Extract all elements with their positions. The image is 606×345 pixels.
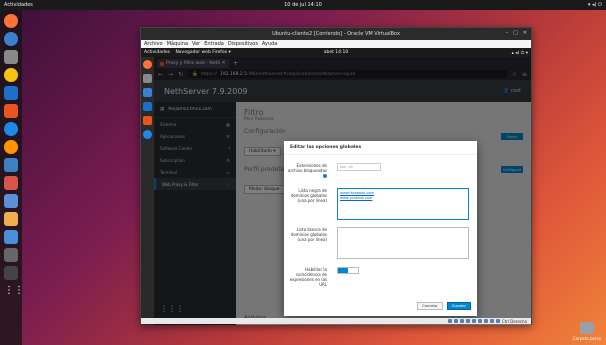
- activities-button[interactable]: Actividades: [4, 2, 33, 8]
- extensions-label: Extensiones de archivo bloqueadas: [284, 163, 332, 178]
- guest-top-bar: Actividades Navegador web Firefox ▾ abet…: [141, 48, 531, 57]
- thunderbird-icon[interactable]: [4, 32, 18, 46]
- app-icon[interactable]: [4, 176, 18, 190]
- global-options-modal: Editar las opciones globales Extensiones…: [284, 141, 477, 316]
- guest-app-menu[interactable]: Navegador web Firefox ▾: [175, 50, 230, 55]
- guest-activities-label: Actividades: [144, 50, 170, 55]
- host-key-label: Ctrl Derecha: [501, 318, 527, 324]
- display-icon[interactable]: [483, 319, 488, 323]
- help-icon[interactable]: [4, 122, 18, 136]
- host-top-bar: Actividades 10 de jul 14:10 ▾ ◂) ⏻: [0, 0, 606, 10]
- menu-maquina[interactable]: Máquina: [167, 41, 188, 47]
- modal-title: Editar las opciones globales: [284, 141, 477, 155]
- network-icon[interactable]: [465, 319, 470, 323]
- blacklist-textarea[interactable]: www.facebook.com www.youtube.com: [337, 188, 469, 220]
- apps-grid-icon[interactable]: ⋮⋮: [4, 284, 24, 298]
- save-button[interactable]: Guardar: [446, 302, 471, 310]
- audio-icon[interactable]: [459, 319, 464, 323]
- folder-icon: [580, 322, 594, 334]
- extensions-label-text: Extensiones de archivo bloqueadas: [287, 163, 327, 173]
- host-dock: ⋮⋮: [0, 10, 24, 345]
- firefox-icon[interactable]: [4, 14, 18, 28]
- thunderbird-icon[interactable]: [143, 88, 152, 97]
- app-icon[interactable]: [4, 158, 18, 172]
- modal-footer: Cancelar Guardar: [417, 302, 471, 310]
- software-icon[interactable]: [4, 104, 18, 118]
- shared-folder-icon[interactable]: [477, 319, 482, 323]
- virtualbox-window: Ubuntu-cliente2 [Corriendo] - Oracle VM …: [140, 27, 532, 325]
- blacklist-row: Lista negra de dominios globales (una po…: [284, 188, 477, 220]
- guest-dock: [141, 57, 154, 325]
- software-icon[interactable]: [143, 116, 152, 125]
- optical-icon[interactable]: [453, 319, 458, 323]
- disk-icon[interactable]: [447, 319, 452, 323]
- info-icon[interactable]: [323, 174, 327, 178]
- menu-dispositivos[interactable]: Dispositivos: [228, 41, 258, 47]
- firefox-window: Proxy y filtro web - Neth ✕ + ← → ↻ 🔒 ht…: [154, 57, 531, 325]
- whitelist-textarea[interactable]: [337, 227, 469, 259]
- rhythmbox-icon[interactable]: [4, 68, 18, 82]
- toggle-on: [338, 268, 348, 273]
- writer-icon[interactable]: [143, 102, 152, 111]
- menu-ayuda[interactable]: Ayuda: [262, 41, 277, 47]
- files-icon[interactable]: [143, 74, 152, 83]
- menu-ver[interactable]: Ver: [192, 41, 200, 47]
- guest-activities[interactable]: Actividades Navegador web Firefox ▾: [144, 50, 231, 55]
- menu-entrada[interactable]: Entrada: [204, 41, 224, 47]
- minimize-icon[interactable]: –: [506, 30, 509, 36]
- desktop-folder-label: Carpeta perso: [572, 336, 602, 341]
- app-icon[interactable]: [4, 248, 18, 262]
- vbox-title: Ubuntu-cliente2 [Corriendo] - Oracle VM …: [272, 31, 400, 37]
- files-icon[interactable]: [4, 50, 18, 64]
- close-icon[interactable]: ✕: [523, 30, 527, 36]
- firefox-icon[interactable]: [143, 60, 152, 69]
- app-icon[interactable]: [4, 266, 18, 280]
- maximize-icon[interactable]: □: [513, 30, 518, 36]
- extensions-row: Extensiones de archivo bloqueadas exe, d…: [284, 163, 477, 178]
- menu-archivo[interactable]: Archivo: [144, 41, 163, 47]
- system-tray[interactable]: ▾ ◂) ⏻: [588, 2, 602, 8]
- extensions-input[interactable]: exe, dll: [337, 163, 381, 171]
- expression-label: Habilitar la coincidencia de expresiones…: [289, 267, 327, 287]
- help-icon[interactable]: [143, 130, 152, 139]
- guest-clock[interactable]: abet 14:10: [324, 50, 349, 55]
- vbox-menu-bar: Archivo Máquina Ver Entrada Dispositivos…: [141, 40, 531, 48]
- app-icon[interactable]: [4, 230, 18, 244]
- vbox-title-bar[interactable]: Ubuntu-cliente2 [Corriendo] - Oracle VM …: [141, 28, 531, 40]
- host-clock[interactable]: 10 de jul 14:10: [284, 2, 322, 8]
- blacklist-label: Lista negra de dominios globales (una po…: [290, 188, 327, 203]
- desktop-home-folder[interactable]: Carpeta perso: [572, 322, 602, 341]
- writer-icon[interactable]: [4, 86, 18, 100]
- blacklist-line: www.youtube.com: [340, 196, 373, 200]
- window-controls: – □ ✕: [506, 30, 527, 36]
- guest-tray[interactable]: ▴ ◂) ⏻ ▾: [512, 50, 528, 56]
- cancel-button[interactable]: Cancelar: [417, 302, 443, 310]
- vbox-status-bar: Ctrl Derecha: [141, 318, 531, 324]
- app-icon[interactable]: [4, 194, 18, 208]
- keyboard-icon[interactable]: [495, 319, 500, 323]
- guest-screen[interactable]: Actividades Navegador web Firefox ▾ abet…: [141, 48, 531, 325]
- whitelist-row: Lista blanca de dominios globales (una p…: [284, 227, 477, 259]
- expression-toggle[interactable]: [337, 267, 359, 274]
- recording-icon[interactable]: [489, 319, 494, 323]
- whitelist-label: Lista blanca de dominios globales (una p…: [290, 227, 327, 242]
- toggle-off: [348, 268, 358, 273]
- usb-icon[interactable]: [471, 319, 476, 323]
- app-icon[interactable]: [4, 212, 18, 226]
- firefox-icon[interactable]: [4, 140, 18, 154]
- expression-row: Habilitar la coincidencia de expresiones…: [284, 267, 477, 287]
